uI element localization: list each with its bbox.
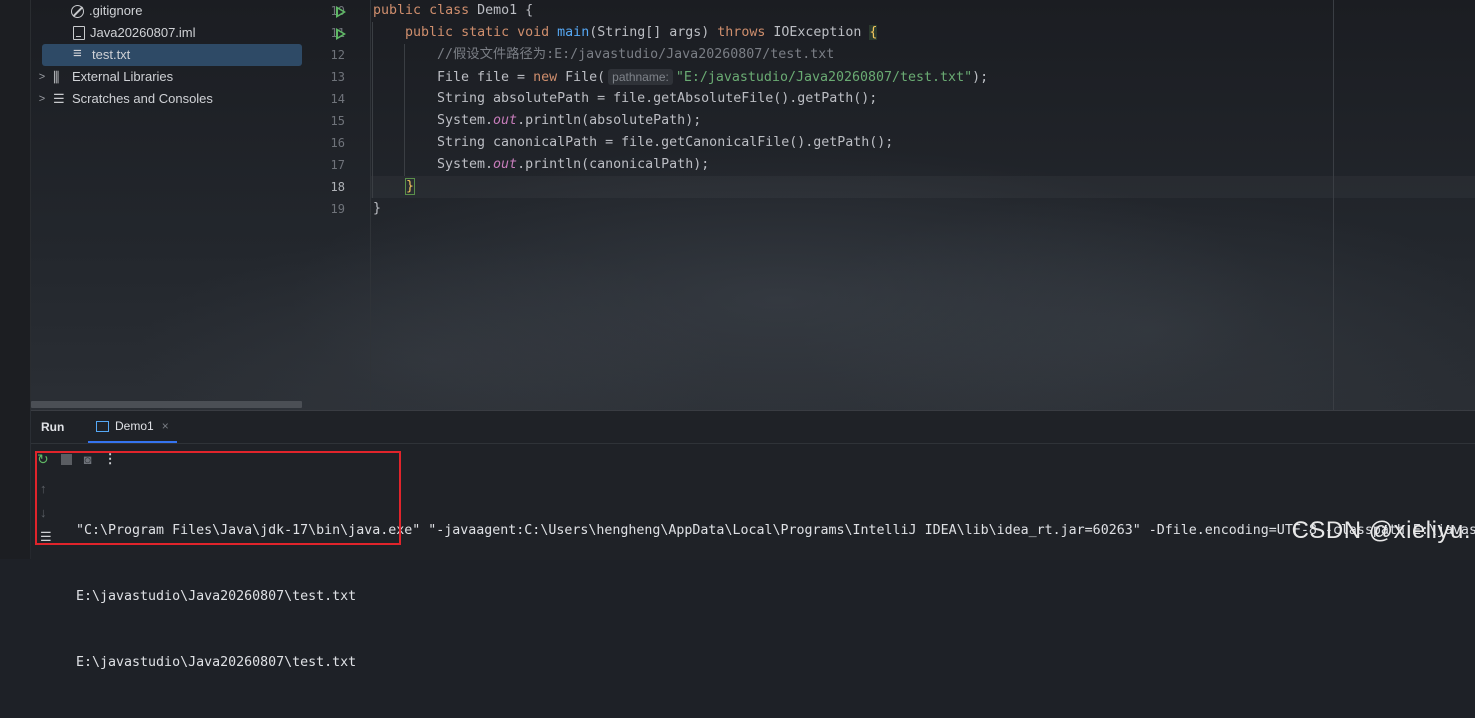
tree-item-gitignore[interactable]: .gitignore bbox=[71, 0, 142, 22]
code-line-17: System.out.println(canonicalPath); bbox=[437, 154, 709, 176]
code-line-16: String canonicalPath = file.getCanonical… bbox=[437, 135, 894, 150]
code-text: File file = bbox=[437, 70, 534, 85]
method-name: main bbox=[557, 25, 590, 40]
tree-item-label: External Libraries bbox=[72, 69, 174, 84]
ignore-file-icon bbox=[71, 4, 84, 18]
code-line-13: File file = new File(pathname: "E:/javast… bbox=[437, 66, 988, 89]
code-line-14: String absolutePath = file.getAbsoluteFi… bbox=[437, 91, 878, 106]
tree-item-label: .gitignore bbox=[89, 3, 143, 18]
tree-item-test-txt[interactable]: test.txt bbox=[42, 43, 302, 66]
console-line: E:\javastudio\Java20260807\test.txt bbox=[76, 589, 357, 604]
run-panel-title: Run bbox=[41, 420, 65, 434]
code-text: .println(absolutePath); bbox=[517, 113, 702, 128]
line-number: 15 bbox=[330, 114, 345, 128]
editor-gutter: 10 11 12 13 14 15 16 17 18 19 bbox=[313, 0, 369, 410]
line-number: 12 bbox=[330, 48, 345, 62]
close-icon[interactable]: × bbox=[162, 419, 169, 433]
code-line-10: public class Demo1 { bbox=[373, 0, 533, 22]
bottom-left-tool-strip bbox=[0, 410, 30, 559]
matched-brace: { bbox=[869, 25, 878, 40]
code-line-15: System.out.println(absolutePath); bbox=[437, 110, 701, 132]
tree-item-scratches[interactable]: > Scratches and Consoles bbox=[35, 88, 213, 110]
tree-item-label: Scratches and Consoles bbox=[72, 91, 213, 106]
console-icon bbox=[96, 420, 109, 432]
keyword: void bbox=[517, 25, 550, 40]
text-file-icon bbox=[73, 43, 87, 65]
indent-guide bbox=[372, 22, 373, 198]
code-text: Demo1 { bbox=[469, 3, 534, 18]
chevron-right-icon[interactable]: > bbox=[35, 88, 49, 110]
line-number: 17 bbox=[330, 158, 345, 172]
line-number: 18 bbox=[330, 180, 345, 194]
run-class-icon[interactable] bbox=[336, 6, 346, 18]
tree-item-external-libraries[interactable]: > External Libraries bbox=[35, 66, 173, 88]
keyword: new bbox=[533, 70, 558, 85]
right-margin-guide bbox=[1333, 0, 1334, 410]
code-text: ); bbox=[972, 70, 989, 85]
console-line: E:\javastudio\Java20260807\test.txt bbox=[76, 655, 357, 670]
keyword: class bbox=[429, 3, 470, 18]
run-tab-bar: Run Demo1 × bbox=[31, 411, 1475, 444]
line-number: 19 bbox=[330, 202, 345, 216]
chevron-right-icon[interactable]: > bbox=[35, 66, 49, 88]
code-text: IOException bbox=[765, 25, 870, 40]
tree-item-label: Java20260807.iml bbox=[90, 25, 196, 40]
keyword: public bbox=[405, 25, 454, 40]
code-text: .println(canonicalPath); bbox=[517, 157, 710, 172]
code-editor[interactable]: public class Demo1 { public static void … bbox=[370, 0, 1475, 410]
tab-demo1[interactable]: Demo1 × bbox=[88, 411, 177, 443]
code-text: System. bbox=[437, 157, 494, 172]
code-line-18: } bbox=[405, 176, 416, 198]
matched-brace: } bbox=[405, 178, 416, 195]
keyword: throws bbox=[717, 25, 766, 40]
left-tool-strip bbox=[0, 0, 31, 410]
run-main-icon[interactable] bbox=[336, 28, 346, 40]
code-line-11: public static void main(String[] args) t… bbox=[405, 22, 878, 44]
static-field: out bbox=[493, 113, 518, 128]
line-number: 13 bbox=[330, 70, 345, 84]
code-text: System. bbox=[437, 113, 494, 128]
keyword: public bbox=[373, 3, 422, 18]
tree-item-iml[interactable]: Java20260807.iml bbox=[73, 22, 196, 44]
line-number: 16 bbox=[330, 136, 345, 150]
string-literal: "E:/javastudio/Java20260807/test.txt" bbox=[675, 70, 973, 85]
project-tree: .gitignore Java20260807.iml test.txt > E… bbox=[31, 0, 313, 410]
watermark: CSDN @xieliyu. bbox=[1291, 517, 1471, 544]
indent-guide bbox=[404, 44, 405, 176]
library-icon bbox=[53, 66, 67, 88]
current-line-highlight bbox=[371, 176, 1475, 198]
iml-file-icon bbox=[73, 26, 85, 40]
project-horizontal-scrollbar[interactable] bbox=[31, 401, 302, 408]
annotation-highlight-box bbox=[35, 451, 401, 545]
code-text: (String[] args) bbox=[589, 25, 718, 40]
line-number: 14 bbox=[330, 92, 345, 106]
static-field: out bbox=[493, 157, 518, 172]
code-line-12: //假设文件路径为:E:/javastudio/Java20260807/tes… bbox=[437, 47, 835, 62]
code-text: File( bbox=[557, 70, 606, 85]
code-line-19: } bbox=[373, 201, 382, 216]
keyword: static bbox=[461, 25, 510, 40]
tab-label: Demo1 bbox=[115, 419, 154, 433]
scratches-icon bbox=[53, 88, 67, 110]
parameter-hint: pathname: bbox=[608, 69, 673, 85]
tree-item-label: test.txt bbox=[92, 47, 131, 62]
